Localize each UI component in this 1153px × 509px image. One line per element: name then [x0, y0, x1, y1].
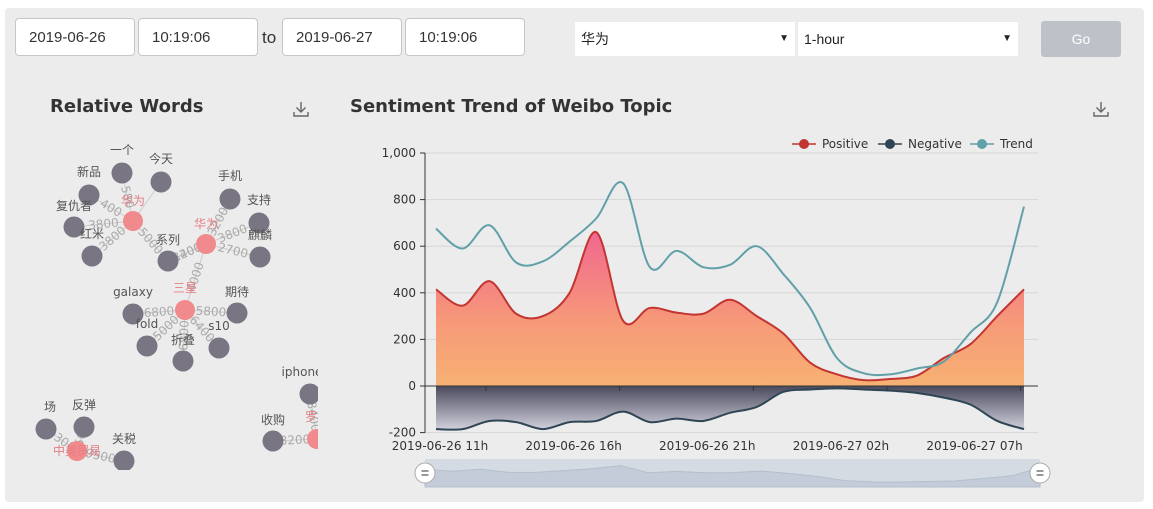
end-date-input[interactable]: 2019-06-27: [282, 18, 402, 56]
y-tick-label: 400: [393, 286, 416, 300]
chevron-down-icon: ▼: [1002, 33, 1012, 44]
edge-weight-label: 2700: [217, 240, 250, 261]
interval-select[interactable]: 1-hour ▼: [798, 22, 1018, 56]
x-tick-label: 2019-06-27 02h: [793, 439, 889, 453]
graph-node-label: 折叠: [171, 332, 195, 347]
graph-node-label: 罗: [305, 410, 317, 424]
legend-swatch: [799, 139, 809, 149]
graph-node-label: 新品: [77, 164, 101, 179]
graph-node-label: iphone: [282, 365, 318, 379]
graph-node[interactable]: [123, 211, 143, 231]
graph-node[interactable]: [111, 162, 133, 184]
relative-words-title: Relative Words: [50, 96, 204, 117]
graph-node-label: 华为: [194, 217, 218, 231]
zoom-handle[interactable]: [1029, 462, 1051, 484]
chevron-down-icon: ▼: [779, 33, 789, 44]
graph-node[interactable]: [172, 350, 194, 372]
x-tick-label: 2019-06-26 16h: [525, 439, 621, 453]
graph-node-label: 期待: [225, 285, 249, 299]
y-tick-label: 800: [393, 193, 416, 207]
y-tick-label: 600: [393, 239, 416, 253]
legend-label[interactable]: Positive: [822, 137, 868, 151]
graph-node-label: 支持: [247, 192, 271, 207]
graph-node[interactable]: [136, 335, 158, 357]
graph-node-label: 手机: [218, 169, 242, 183]
graph-node-label: 收购: [261, 412, 285, 427]
graph-node-label: s10: [208, 319, 230, 333]
graph-node-label: fold: [136, 317, 159, 331]
legend-label[interactable]: Trend: [999, 137, 1033, 151]
graph-node-label: 复仇者: [56, 199, 92, 213]
start-time-input[interactable]: 10:19:06: [138, 18, 258, 56]
legend-swatch: [977, 139, 987, 149]
topic-select[interactable]: 华为 ▼: [575, 22, 795, 56]
graph-node-label: galaxy: [113, 285, 153, 299]
y-tick-label: 0: [408, 379, 416, 393]
graph-node-label: 今天: [149, 151, 173, 166]
graph-node[interactable]: [150, 171, 172, 193]
x-tick-label: 2019-06-26 21h: [659, 439, 755, 453]
graph-node[interactable]: [157, 250, 179, 272]
y-tick-label: 200: [393, 332, 416, 346]
graph-node[interactable]: [249, 246, 271, 268]
graph-node-label: 反弹: [72, 398, 96, 412]
trend-title: Sentiment Trend of Weibo Topic: [350, 96, 673, 117]
y-tick-label: -200: [389, 426, 416, 440]
negative-area: [436, 386, 1024, 430]
graph-node[interactable]: [219, 188, 241, 210]
to-label: to: [262, 28, 277, 47]
graph-node[interactable]: [73, 416, 95, 438]
zoom-handle[interactable]: [414, 462, 436, 484]
graph-node-label: 一个: [110, 143, 134, 157]
graph-node[interactable]: [175, 300, 195, 320]
graph-node-label: 红米: [80, 226, 104, 241]
sentiment-chart[interactable]: -200 0 200 400 600 800 1,000 2019-06-26 11h 2019…: [360, 128, 1060, 488]
topic-select-value: 华为: [581, 31, 609, 47]
graph-node-label: 三星: [173, 281, 197, 295]
legend-swatch: [885, 139, 895, 149]
graph-node[interactable]: [208, 337, 230, 359]
go-button[interactable]: Go: [1041, 21, 1121, 57]
download-icon[interactable]: [1092, 100, 1110, 118]
download-icon[interactable]: [292, 100, 310, 118]
graph-node[interactable]: [262, 430, 284, 452]
x-tick-label: 2019-06-27 07h: [926, 439, 1022, 453]
graph-node-label: 麒麟: [248, 227, 272, 242]
x-tick-label: 2019-06-26 11h: [392, 439, 488, 453]
edge-weight-label: 8200: [279, 432, 310, 447]
graph-node[interactable]: [35, 418, 57, 440]
end-time-input[interactable]: 10:19:06: [405, 18, 525, 56]
graph-node-label: 系列: [156, 233, 180, 247]
graph-node-label: 场: [44, 400, 56, 414]
legend-label[interactable]: Negative: [908, 137, 962, 151]
graph-node[interactable]: [196, 234, 216, 254]
y-tick-label: 1,000: [382, 146, 416, 160]
graph-node-label: 华为: [121, 194, 145, 208]
interval-select-value: 1-hour: [804, 31, 845, 47]
graph-node[interactable]: [299, 383, 319, 405]
start-date-input[interactable]: 2019-06-26: [15, 18, 135, 56]
graph-node[interactable]: [81, 245, 103, 267]
graph-node-label: 关税: [112, 432, 136, 446]
relative-words-graph[interactable]: 40058038003800 5000 3200320038002700140040…: [30, 130, 318, 470]
graph-node-label: 中美贸易: [53, 443, 101, 458]
